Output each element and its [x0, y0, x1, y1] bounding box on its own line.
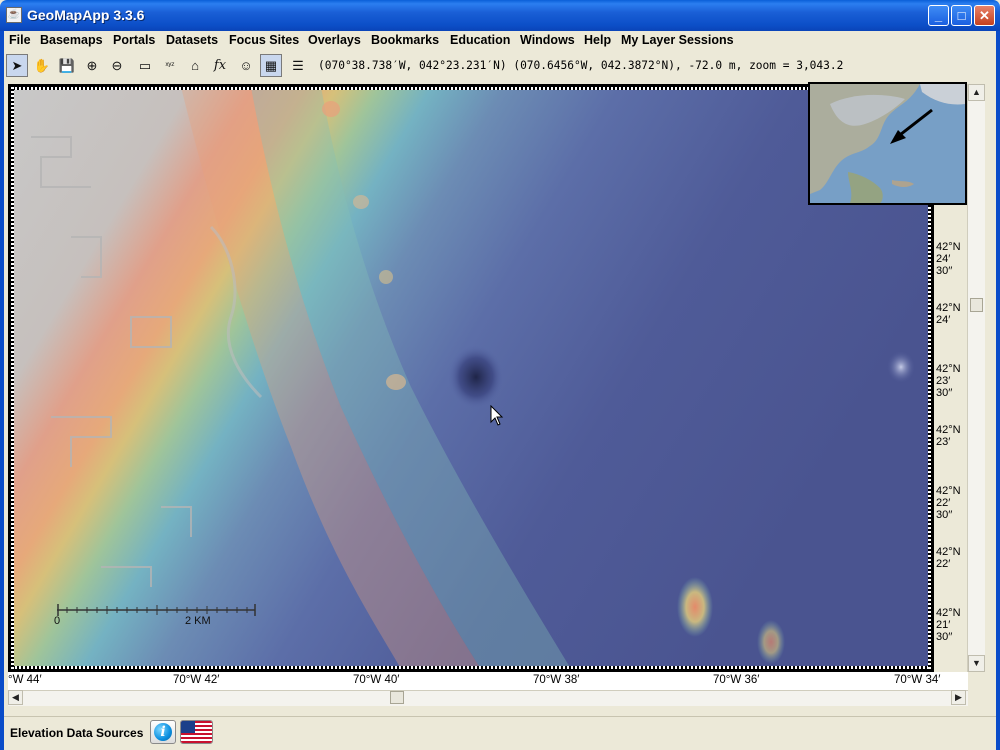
select-arrow-icon[interactable]: ➤ [6, 54, 28, 77]
lon-label: 70°W 38′ [533, 674, 580, 686]
info-icon: i [154, 723, 172, 741]
bathymetry-map [11, 87, 931, 669]
zoom-in-icon[interactable]: ⊕ [81, 54, 103, 77]
scale-bar-km-label: 2 KM [185, 615, 211, 627]
mouse-cursor-icon [490, 405, 504, 426]
menu-datasets[interactable]: Datasets [166, 33, 218, 47]
lat-label: 42°N 23′ 30′′ [936, 363, 961, 399]
us-flag-button[interactable] [180, 720, 213, 744]
window-border-right [996, 31, 1000, 750]
lon-label: 70°W 42′ [173, 674, 220, 686]
lon-label: °W 44′ [8, 674, 42, 686]
lon-label: 70°W 36′ [713, 674, 760, 686]
lon-label: 70°W 34′ [894, 674, 941, 686]
window-title: GeoMapApp 3.3.6 [27, 7, 145, 23]
vertical-scroll-thumb[interactable] [970, 298, 983, 312]
profile-lasso-icon[interactable]: ⌂ [184, 54, 206, 77]
elevation-data-sources-label: Elevation Data Sources [10, 726, 144, 740]
menu-windows[interactable]: Windows [520, 33, 575, 47]
scroll-right-button[interactable]: ▶ [951, 690, 966, 705]
longitude-axis: °W 44′ 70°W 42′ 70°W 40′ 70°W 38′ 70°W 3… [8, 672, 968, 690]
menu-portals[interactable]: Portals [113, 33, 155, 47]
app-icon[interactable]: ☕ [6, 7, 22, 23]
menu-focus-sites[interactable]: Focus Sites [229, 33, 299, 47]
lat-label: 42°N 22′ [936, 546, 961, 570]
scroll-up-button[interactable]: ▲ [968, 84, 985, 101]
face-icon[interactable]: ☺ [235, 54, 257, 77]
lat-label: 42°N 24′ 30′′ [936, 241, 961, 277]
xyz-grid-icon[interactable]: ˣʸᶻ [159, 54, 181, 77]
overview-inset-map[interactable] [808, 82, 967, 205]
zoom-out-icon[interactable]: ⊖ [106, 54, 128, 77]
function-fx-icon[interactable]: fx [209, 54, 231, 77]
menu-basemaps[interactable]: Basemaps [40, 33, 103, 47]
save-disk-icon[interactable]: 💾 [56, 54, 78, 77]
close-button[interactable]: ✕ [974, 5, 995, 26]
maximize-button[interactable]: □ [951, 5, 972, 26]
toolbar: ➤ ✋ 💾 ⊕ ⊖ ▭ ˣʸᶻ ⌂ fx ☺ ▦ ☰ (070°38.738′W… [4, 52, 996, 80]
overview-globe-map [810, 84, 965, 203]
scale-bar-zero-label: 0 [54, 615, 61, 627]
map-view[interactable] [8, 84, 934, 672]
window-border-left [0, 31, 4, 750]
map-left-tick-border [11, 87, 14, 669]
lat-label: 42°N 23′ [936, 424, 961, 448]
map-bottom-tick-border [11, 666, 931, 669]
menu-help[interactable]: Help [584, 33, 611, 47]
map-top-tick-border [11, 87, 931, 90]
coordinate-readout: (070°38.738′W, 042°23.231′N) (070.6456°W… [318, 59, 844, 72]
us-flag-icon [181, 721, 212, 743]
horizontal-scrollbar[interactable]: ◀ ▶ [8, 690, 968, 706]
menu-bar: File Basemaps Portals Datasets Focus Sit… [4, 31, 996, 53]
minimize-button[interactable]: _ [928, 5, 949, 26]
scroll-down-button[interactable]: ▼ [968, 655, 985, 672]
lat-label: 42°N 22′ 30′′ [936, 485, 961, 521]
layers-list-icon[interactable]: ☰ [287, 54, 309, 77]
lat-label: 42°N 21′ 30′′ [936, 607, 961, 643]
menu-bookmarks[interactable]: Bookmarks [371, 33, 439, 47]
scale-bar [57, 604, 256, 616]
info-button[interactable]: i [150, 720, 176, 744]
horizontal-scroll-thumb[interactable] [390, 691, 404, 704]
title-bar: ☕ GeoMapApp 3.3.6 _ □ ✕ [0, 0, 1000, 31]
menu-education[interactable]: Education [450, 33, 510, 47]
pan-hand-icon[interactable]: ✋ [31, 54, 53, 77]
ruler-icon[interactable]: ▭ [134, 54, 156, 77]
scroll-left-button[interactable]: ◀ [8, 690, 23, 705]
vertical-scrollbar[interactable]: ▲ ▼ [967, 84, 985, 672]
menu-file[interactable]: File [9, 33, 31, 47]
menu-overlays[interactable]: Overlays [308, 33, 361, 47]
menu-my-layer-sessions[interactable]: My Layer Sessions [621, 33, 734, 47]
status-bar: Elevation Data Sources i [4, 716, 996, 747]
lon-label: 70°W 40′ [353, 674, 400, 686]
grid-toggle-icon[interactable]: ▦ [260, 54, 282, 77]
lat-label: 42°N 24′ [936, 302, 961, 326]
